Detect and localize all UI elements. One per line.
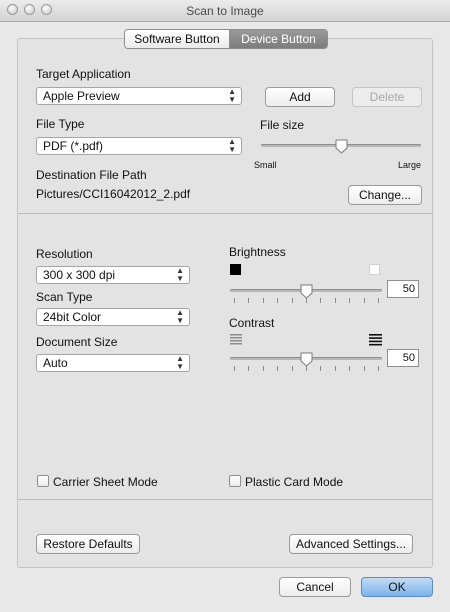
document-size-select[interactable]: Auto ▲ ▼ [36, 354, 190, 372]
scan-type-label: Scan Type [36, 290, 93, 304]
slider-tick [248, 366, 249, 371]
file-size-large-label: Large [398, 160, 422, 170]
file-type-label: File Type [36, 117, 85, 131]
slider-thumb[interactable] [335, 139, 348, 154]
popup-arrows-icon: ▲ ▼ [228, 137, 236, 154]
slider-tick [263, 366, 264, 371]
carrier-sheet-label[interactable]: Carrier Sheet Mode [53, 475, 158, 489]
change-button[interactable]: Change... [348, 185, 422, 205]
slider-tick [378, 366, 379, 371]
contrast-value-field[interactable]: 50 [387, 349, 419, 367]
settings-panel: Target Application Apple Preview ▲ ▼ Add … [17, 38, 433, 568]
slider-tick [292, 366, 293, 371]
target-application-value: Apple Preview [43, 89, 120, 103]
cancel-button[interactable]: Cancel [279, 577, 351, 597]
window-title: Scan to Image [186, 4, 264, 18]
popup-arrows-icon: ▲ ▼ [176, 354, 184, 371]
popup-arrows-icon: ▲ ▼ [176, 266, 184, 283]
ok-button[interactable]: OK [361, 577, 433, 597]
high-contrast-icon [369, 334, 382, 346]
file-size-slider[interactable] [261, 139, 421, 162]
file-type-value: PDF (*.pdf) [43, 139, 104, 153]
file-size-small-label: Small [254, 160, 277, 170]
document-size-value: Auto [43, 356, 68, 370]
plastic-card-label[interactable]: Plastic Card Mode [245, 475, 343, 489]
resolution-value: 300 x 300 dpi [43, 268, 116, 282]
low-contrast-icon [230, 334, 242, 345]
target-application-label: Target Application [36, 67, 131, 81]
resolution-select[interactable]: 300 x 300 dpi ▲ ▼ [36, 266, 190, 284]
slider-tick [335, 366, 336, 371]
resolution-label: Resolution [36, 247, 93, 261]
slider-tick [234, 366, 235, 371]
scan-type-select[interactable]: 24bit Color ▲ ▼ [36, 308, 190, 326]
slider-tick [320, 366, 321, 371]
target-application-select[interactable]: Apple Preview ▲ ▼ [36, 87, 242, 105]
slider-tick [292, 298, 293, 303]
popup-arrows-icon: ▲ ▼ [176, 308, 184, 325]
slider-tick [349, 298, 350, 303]
tab-device-button[interactable]: Device Button [230, 30, 327, 48]
file-size-label: File size [260, 118, 305, 132]
slider-tick [335, 298, 336, 303]
file-type-select[interactable]: PDF (*.pdf) ▲ ▼ [36, 137, 242, 155]
document-size-label: Document Size [36, 335, 118, 349]
divider [18, 213, 432, 214]
contrast-label: Contrast [229, 316, 275, 330]
slider-tick [364, 366, 365, 371]
divider [18, 499, 432, 500]
dark-brightness-icon [230, 264, 241, 275]
destination-path-value: Pictures/CCI16042012_2.pdf [36, 187, 191, 201]
slider-tick [320, 298, 321, 303]
brightness-slider[interactable] [230, 284, 382, 307]
add-button[interactable]: Add [265, 87, 335, 107]
slider-tick [263, 298, 264, 303]
light-brightness-icon [369, 264, 380, 275]
slider-tick [277, 366, 278, 371]
popup-arrows-icon: ▲ ▼ [228, 87, 236, 104]
slider-thumb[interactable] [300, 352, 313, 367]
tab-software-button[interactable]: Software Button [125, 30, 230, 48]
scan-type-value: 24bit Color [43, 310, 102, 324]
slider-tick [248, 298, 249, 303]
slider-tick [277, 298, 278, 303]
slider-tick [234, 298, 235, 303]
plastic-card-checkbox[interactable] [229, 475, 241, 487]
slider-tick [364, 298, 365, 303]
slider-tick [378, 298, 379, 303]
brightness-label: Brightness [229, 245, 286, 259]
restore-defaults-button[interactable]: Restore Defaults [36, 534, 140, 554]
destination-path-label: Destination File Path [36, 168, 147, 182]
contrast-slider[interactable] [230, 352, 382, 375]
advanced-settings-button[interactable]: Advanced Settings... [289, 534, 413, 554]
tab-bar: Software Button Device Button [124, 29, 328, 49]
delete-button[interactable]: Delete [352, 87, 422, 107]
slider-tick [349, 366, 350, 371]
title-bar: Scan to Image [0, 0, 450, 22]
brightness-value-field[interactable]: 50 [387, 280, 419, 298]
slider-thumb[interactable] [300, 284, 313, 299]
carrier-sheet-checkbox[interactable] [37, 475, 49, 487]
